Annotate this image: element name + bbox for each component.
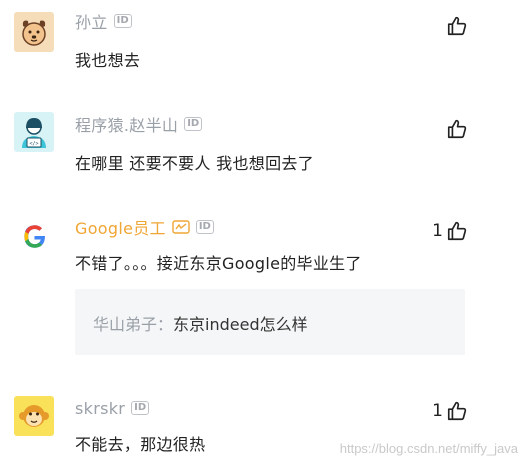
thumbs-up-icon — [447, 401, 467, 421]
like-button[interactable]: 1 — [432, 400, 468, 422]
comment-text: 不错了。。。接近东京Google的毕业生了 — [75, 254, 362, 273]
comment-author[interactable]: Google员工 — [75, 215, 166, 239]
id-tag: ID — [113, 14, 132, 28]
thumbs-up-icon — [447, 119, 467, 139]
reply-preview[interactable]: 华山弟子：东京indeed怎么样 — [75, 289, 465, 355]
monkey-avatar-icon[interactable] — [14, 396, 54, 436]
reply-author[interactable]: 华山弟子 — [93, 315, 157, 334]
dog-avatar-icon[interactable] — [14, 12, 54, 52]
comment-text: 在哪里 还要不要人 我也想回去了 — [75, 154, 314, 173]
reply-separator: ： — [157, 315, 174, 334]
programmer-avatar-icon[interactable]: </> — [14, 112, 54, 152]
comment-author[interactable]: 孙立 — [75, 9, 108, 33]
comment-author[interactable]: 程序猿.赵半山 — [75, 112, 178, 136]
svg-text:</>: </> — [29, 141, 38, 147]
reply-text: 东京indeed怎么样 — [173, 315, 308, 334]
id-tag: ID — [195, 220, 214, 234]
comment-text: 不能去，那边很热 — [75, 435, 206, 454]
google-logo-icon[interactable] — [14, 215, 54, 255]
thumbs-up-icon — [447, 16, 467, 36]
like-count: 1 — [432, 221, 443, 241]
watermark: https://blog.csdn.net/miffy_java — [339, 441, 518, 456]
like-button[interactable]: 1 — [432, 220, 468, 242]
like-button[interactable] — [446, 15, 468, 37]
verified-badge-icon — [172, 220, 190, 234]
like-button[interactable] — [446, 118, 468, 140]
id-tag: ID — [184, 117, 203, 131]
comment-author[interactable]: skrskr — [75, 399, 125, 418]
thumbs-up-icon — [447, 221, 467, 241]
like-count: 1 — [432, 401, 443, 421]
id-tag: ID — [131, 401, 150, 415]
comment-text: 我也想去 — [75, 51, 141, 70]
